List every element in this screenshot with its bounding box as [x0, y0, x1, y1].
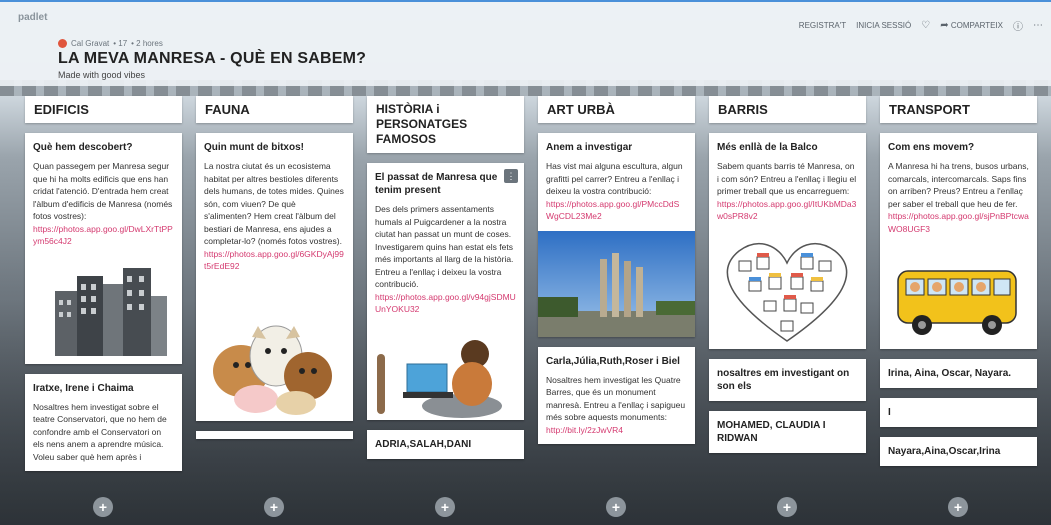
post-title: Carla,Júlia,Ruth,Roser i Biel — [546, 355, 680, 367]
column-title: TRANSPORT — [880, 96, 1037, 123]
post-body: Has vist mai alguna escultura, algun gra… — [538, 154, 695, 231]
post-link[interactable]: http://bit.ly/2zJwVR4 — [546, 425, 623, 435]
post-text: Nosaltres hem investigat les Quatre Barr… — [546, 374, 686, 423]
header-bar: padlet Cal Gravat • 17 • 2 hores LA MEVA… — [0, 0, 1051, 86]
post-card[interactable]: ADRIA,SALAH,DANI — [367, 429, 524, 459]
post-link[interactable]: https://photos.app.goo.gl/DwLXrTtPPym56c… — [33, 224, 173, 247]
post-title: El passat de Manresa que tenim present — [375, 172, 498, 196]
column-fauna: FAUNA Quin munt de bitxos! La nostra ciu… — [196, 96, 353, 439]
page-title: LA MEVA MANRESA - QUÈ EN SABEM? — [58, 50, 367, 67]
post-body: Sabem quants barris té Manresa, on i com… — [709, 154, 866, 231]
post-card[interactable]: MOHAMED, CLAUDIA I RIDWAN — [709, 410, 866, 453]
post-card[interactable]: Més enllà de la Balco Sabem quants barri… — [709, 133, 866, 349]
post-body: Des dels primers assentaments humals al … — [367, 197, 524, 324]
post-card[interactable] — [196, 430, 353, 439]
post-title: Quin munt de bitxos! — [204, 142, 304, 153]
time-ago: • 2 hores — [131, 39, 163, 48]
post-link[interactable]: https://photos.app.goo.gl/sjPnBPtcwaWO8U… — [888, 211, 1029, 234]
post-title: MOHAMED, CLAUDIA I RIDWAN — [717, 419, 826, 444]
post-body: La nostra ciutat és un ecosistema habita… — [196, 154, 353, 281]
post-text: Sabem quants barris té Manresa, on i com… — [717, 161, 857, 196]
column-historia: HISTÒRIA i PERSONATGES FAMOSOS ⋮ El pass… — [367, 96, 524, 459]
post-card[interactable]: Nayara,Aina,Oscar,Irina — [880, 437, 1037, 466]
share-icon: ➦ — [940, 20, 949, 31]
post-title: Què hem descobert? — [33, 142, 133, 153]
post-link[interactable]: https://photos.app.goo.gl/v94gjSDMUUnYOK… — [375, 292, 516, 315]
post-title: Anem a investigar — [546, 142, 633, 153]
header-actions: REGISTRA'T INICIA SESSIÓ ♡ ➦ COMPARTEIX … — [799, 18, 1043, 33]
post-title: Irina, Aina, Oscar, Nayara. — [888, 368, 1012, 379]
post-card[interactable]: Iratxe, Irene i Chaima Nosaltres hem inv… — [25, 373, 182, 471]
post-title: nosaltres em investigant on son els — [717, 367, 850, 392]
column-edificis: EDIFICIS Què hem descobert? Quan passege… — [25, 96, 182, 471]
heart-icon[interactable]: ♡ — [921, 20, 930, 31]
login-link[interactable]: INICIA SESSIÓ — [856, 21, 911, 30]
buildings-image — [25, 255, 182, 364]
post-title: Nayara,Aina,Oscar,Irina — [888, 446, 1001, 457]
post-title: I — [888, 407, 891, 418]
houses-heart-image — [709, 230, 866, 349]
column-barris: BARRIS Més enllà de la Balco Sabem quant… — [709, 96, 866, 453]
post-card[interactable]: Quin munt de bitxos! La nostra ciutat és… — [196, 133, 353, 421]
help-icon[interactable]: ⓘ — [1013, 18, 1023, 33]
post-link[interactable]: https://photos.app.goo.gl/ItUKbMDa3w0sPR… — [717, 199, 856, 222]
post-card[interactable]: Què hem descobert? Quan passegem per Man… — [25, 133, 182, 364]
author-name[interactable]: Cal Gravat — [71, 39, 109, 48]
animals-image — [196, 280, 353, 421]
share-button[interactable]: ➦ COMPARTEIX — [940, 20, 1003, 31]
add-post-button[interactable]: + — [435, 497, 455, 517]
post-link[interactable]: https://photos.app.goo.gl/6GKDyAj99t5rEd… — [204, 249, 344, 272]
column-title: BARRIS — [709, 96, 866, 123]
post-body: A Manresa hi ha trens, busos urbans, com… — [880, 154, 1037, 243]
monument-photo — [538, 230, 695, 337]
likes-count: • 17 — [113, 39, 128, 48]
add-post-button[interactable]: + — [606, 497, 626, 517]
post-card[interactable]: ⋮ El passat de Manresa que tenim present… — [367, 163, 524, 420]
add-post-button[interactable]: + — [948, 497, 968, 517]
post-menu-button[interactable]: ⋮ — [504, 169, 518, 183]
post-text: Quan passegem per Manresa segur que hi h… — [33, 161, 173, 221]
register-link[interactable]: REGISTRA'T — [799, 21, 846, 30]
post-body: Nosaltres hem investigat les Quatre Barr… — [538, 368, 695, 445]
page-subtitle: Made with good vibes — [58, 70, 146, 80]
post-text: Has vist mai alguna escultura, algun gra… — [546, 161, 683, 196]
post-text: Des dels primers assentaments humals al … — [375, 204, 514, 289]
post-title: ADRIA,SALAH,DANI — [375, 438, 472, 450]
caveman-image — [367, 323, 524, 420]
column-title: FAUNA — [196, 96, 353, 123]
post-text: La nostra ciutat és un ecosistema habita… — [204, 161, 344, 246]
column-title: ART URBÀ — [538, 96, 695, 123]
add-post-button[interactable]: + — [264, 497, 284, 517]
column-title: HISTÒRIA i PERSONATGES FAMOSOS — [367, 96, 524, 153]
author-avatar[interactable] — [58, 39, 67, 48]
column-title: EDIFICIS — [25, 96, 182, 123]
post-card[interactable]: Irina, Aina, Oscar, Nayara. — [880, 359, 1037, 388]
post-title: Iratxe, Irene i Chaima — [33, 382, 134, 394]
column-art-urba: ART URBÀ Anem a investigar Has vist mai … — [538, 96, 695, 444]
post-body: Quan passegem per Manresa segur que hi h… — [25, 154, 182, 256]
post-card[interactable]: Com ens movem? A Manresa hi ha trens, bu… — [880, 133, 1037, 349]
post-text: A Manresa hi ha trens, busos urbans, com… — [888, 161, 1029, 209]
board-meta: Cal Gravat • 17 • 2 hores — [58, 39, 163, 48]
post-card[interactable]: Anem a investigar Has vist mai alguna es… — [538, 133, 695, 337]
add-post-button[interactable]: + — [93, 497, 113, 517]
school-bus-image — [880, 243, 1037, 349]
post-card[interactable]: nosaltres em investigant on son els — [709, 358, 866, 401]
post-card[interactable]: I — [880, 398, 1037, 427]
more-icon[interactable]: ⋯ — [1033, 20, 1043, 31]
post-body: Nosaltres hem investigat sobre el teatre… — [33, 401, 167, 462]
share-label: COMPARTEIX — [950, 21, 1003, 30]
brand-logo[interactable]: padlet — [18, 12, 47, 23]
post-title: Com ens movem? — [888, 142, 975, 153]
add-post-button[interactable]: + — [777, 497, 797, 517]
column-transport: TRANSPORT Com ens movem? A Manresa hi ha… — [880, 96, 1037, 466]
post-link[interactable]: https://photos.app.goo.gl/PMccDdSWgCDL23… — [546, 199, 679, 222]
post-title: Més enllà de la Balco — [717, 142, 818, 153]
post-card[interactable]: Carla,Júlia,Ruth,Roser i Biel Nosaltres … — [538, 346, 695, 445]
